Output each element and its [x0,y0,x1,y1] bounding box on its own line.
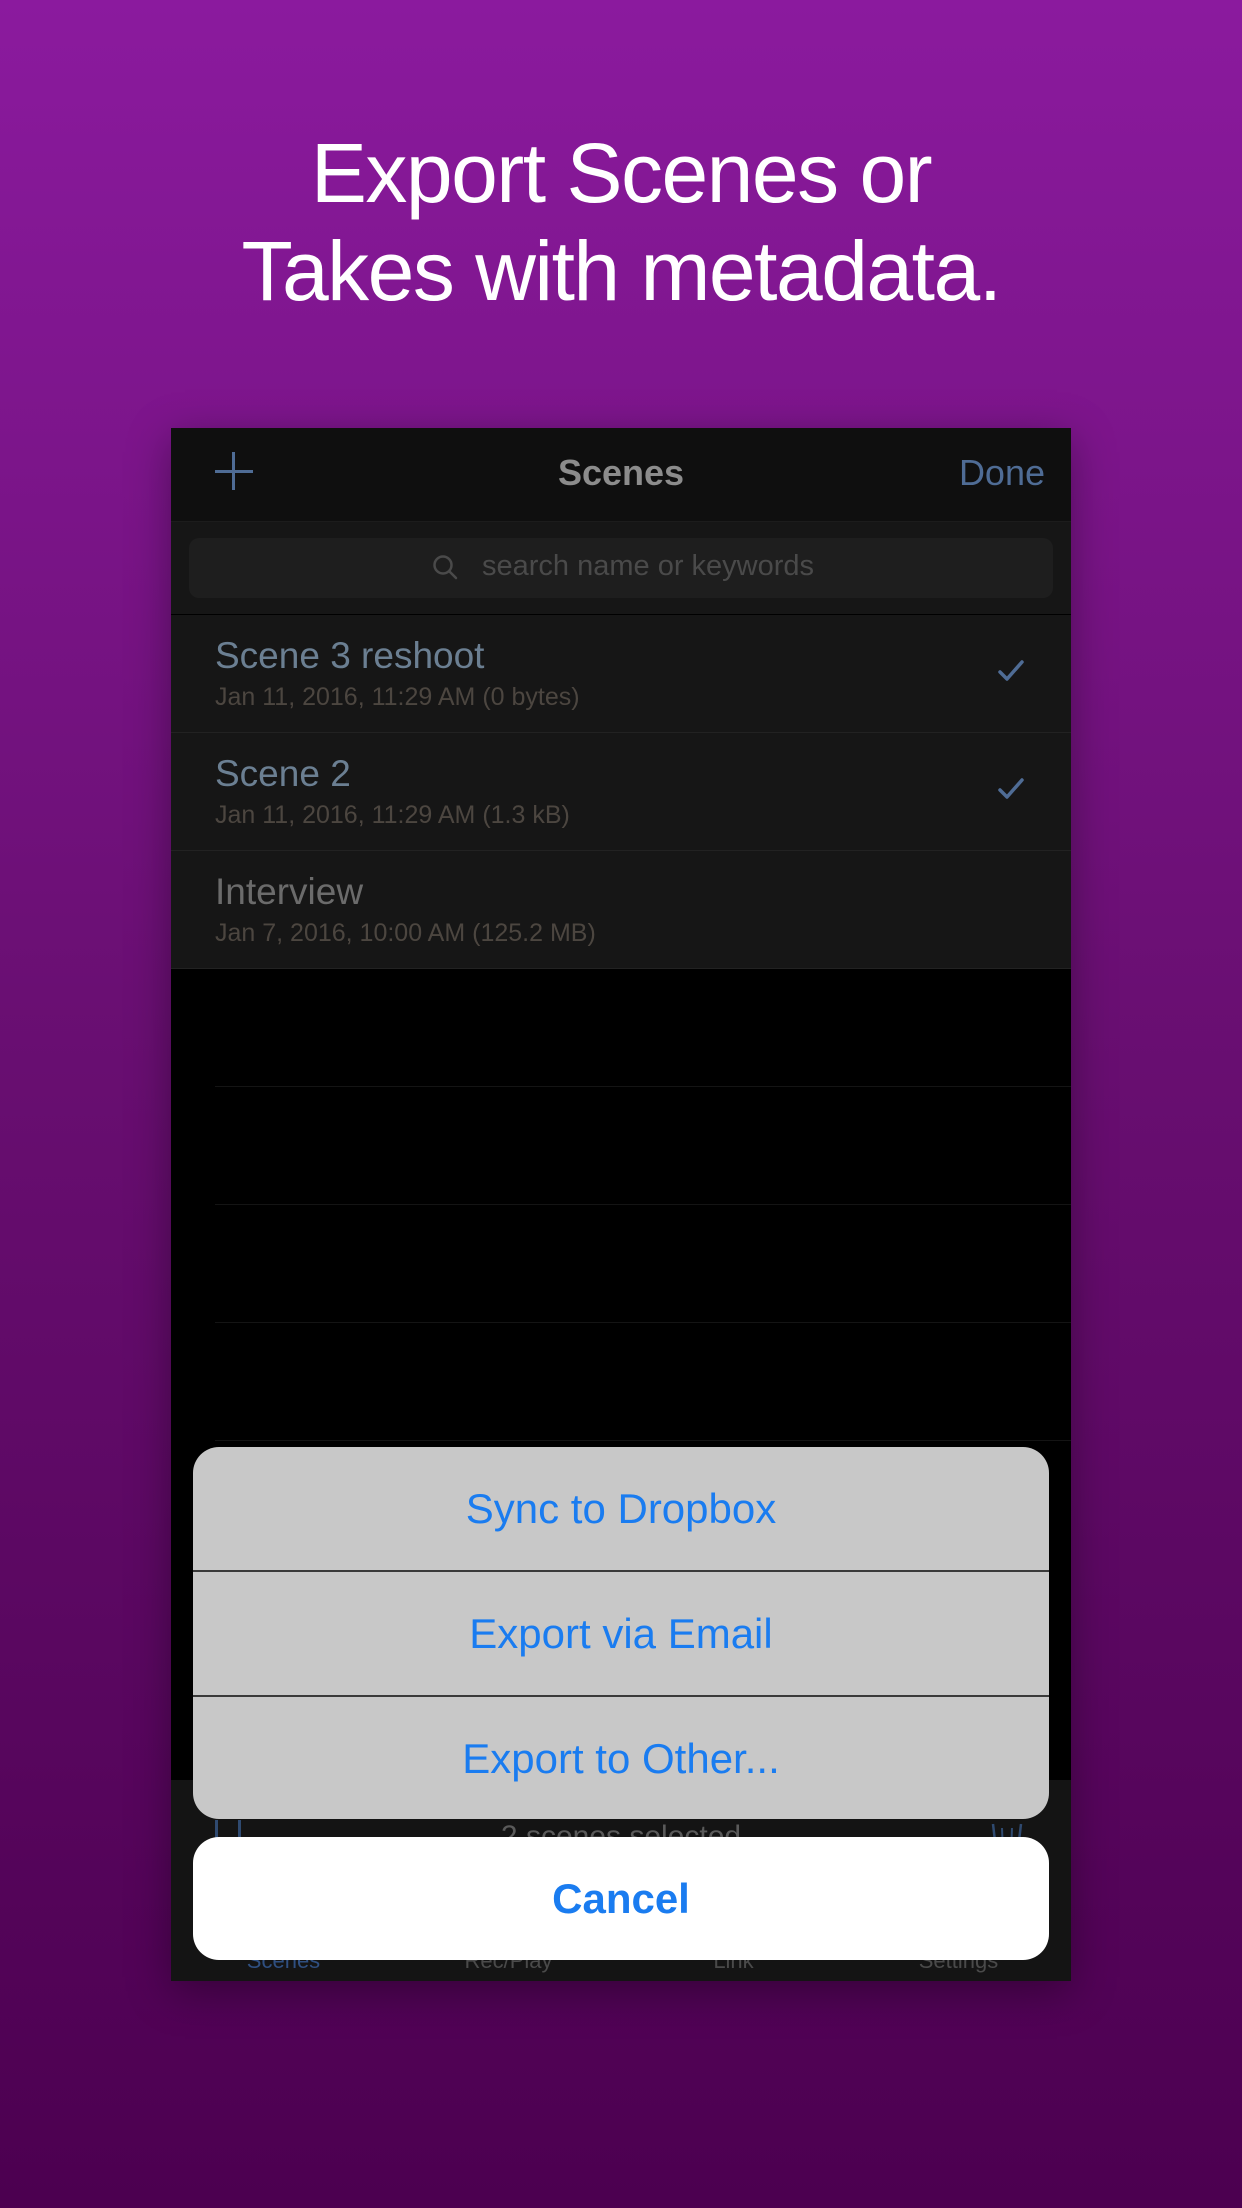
scene-title: Scene 3 reshoot [215,635,485,676]
scene-row[interactable]: Scene 3 reshoot Jan 11, 2016, 11:29 AM (… [171,615,1071,733]
export-other-button[interactable]: Export to Other... [193,1697,1049,1819]
scene-subtitle: Jan 11, 2016, 11:29 AM (0 bytes) [215,683,580,711]
checkmark-icon [998,660,1024,681]
scene-list: Scene 3 reshoot Jan 11, 2016, 11:29 AM (… [171,615,1071,1441]
checkmark-icon [998,778,1024,799]
search-bar: search name or keywords [171,522,1071,614]
sync-dropbox-button[interactable]: Sync to Dropbox [193,1447,1049,1572]
headline-line-1: Export Scenes or [310,126,933,220]
nav-bar: Scenes Done [171,428,1071,522]
empty-row [215,1323,1071,1441]
scene-row[interactable]: Interview Jan 7, 2016, 10:00 AM (125.2 M… [171,851,1071,969]
search-icon [433,555,458,580]
cancel-button[interactable]: Cancel [193,1837,1049,1960]
scene-subtitle: Jan 11, 2016, 11:29 AM (1.3 kB) [215,801,570,829]
empty-row [215,1087,1071,1205]
export-email-button[interactable]: Export via Email [193,1572,1049,1697]
scene-title: Interview [215,871,364,912]
scene-row[interactable]: Scene 2 Jan 11, 2016, 11:29 AM (1.3 kB) [171,733,1071,851]
headline-line-2: Takes with metadata. [241,224,1002,318]
empty-row [215,1205,1071,1323]
nav-title: Scenes [557,452,685,493]
scene-subtitle: Jan 7, 2016, 10:00 AM (125.2 MB) [215,919,596,947]
empty-row [215,969,1071,1087]
done-button[interactable]: Done [959,452,1045,494]
search-placeholder: search name or keywords [482,550,815,582]
search-input[interactable]: search name or keywords [189,538,1053,598]
headline: Export Scenes or Takes with metadata. [0,124,1242,320]
scene-title: Scene 2 [215,753,351,794]
action-sheet: Sync to Dropbox Export via Email Export … [193,1447,1049,1819]
